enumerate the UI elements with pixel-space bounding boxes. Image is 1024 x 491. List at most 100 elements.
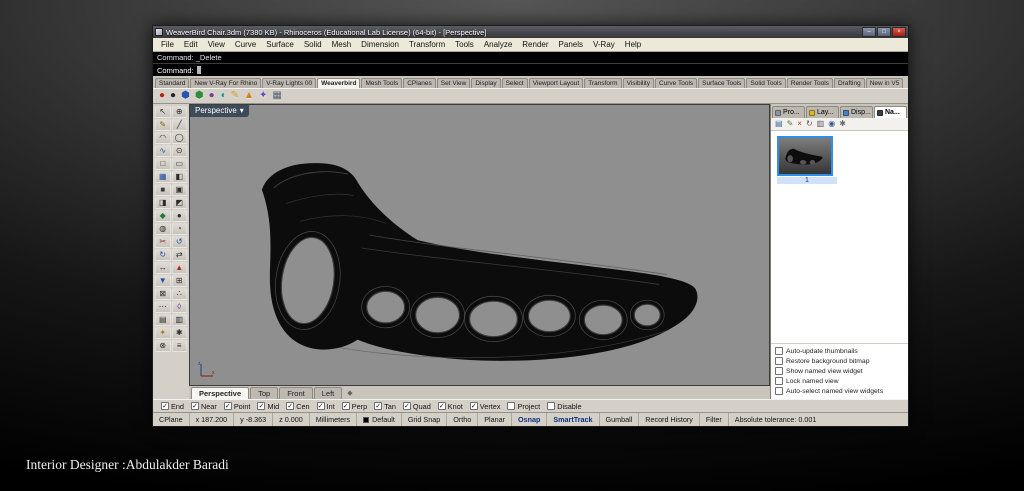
toolbar-tab-select[interactable]: Select	[502, 78, 528, 88]
status-millimeters[interactable]: Millimeters	[310, 413, 357, 426]
perspective-viewport[interactable]: Perspective ▾	[189, 104, 770, 386]
panel-tab-na[interactable]: Na...	[874, 106, 907, 118]
title-bar[interactable]: WeaverBird Chair.3dm (7380 KB) - Rhinoce…	[153, 26, 908, 38]
boolean-difference-icon[interactable]: ⊠	[155, 288, 171, 300]
menu-item-tools[interactable]: Tools	[450, 40, 479, 49]
panel-refresh-icon[interactable]: ↻	[806, 120, 813, 128]
checkbox-icon[interactable]	[775, 387, 783, 395]
toolbar-tab-mesh-tools[interactable]: Mesh Tools	[361, 78, 402, 88]
toolbar-tab-transform[interactable]: Transform	[584, 78, 621, 88]
wb-poly-blue-icon[interactable]: ⬢	[181, 91, 190, 101]
box-icon[interactable]: ▣	[172, 184, 188, 196]
status-gumball[interactable]: Gumball	[600, 413, 640, 426]
viewport-tab-left[interactable]: Left	[314, 387, 343, 399]
menu-item-help[interactable]: Help	[620, 40, 646, 49]
menu-item-panels[interactable]: Panels	[554, 40, 588, 49]
wb-star-violet-icon[interactable]: ✦	[259, 91, 267, 101]
checkbox-icon[interactable]	[775, 347, 783, 355]
status-filter[interactable]: Filter	[700, 413, 729, 426]
menu-item-curve[interactable]: Curve	[230, 40, 261, 49]
render-icon[interactable]: ✱	[172, 327, 188, 339]
checkbox-icon[interactable]: ✓	[286, 402, 294, 410]
toolbar-tab-curve-tools[interactable]: Curve Tools	[655, 78, 697, 88]
corner-surface-icon[interactable]: ◩	[172, 197, 188, 209]
wb-sphere-dark-icon[interactable]: ●	[170, 91, 176, 101]
swap-icon[interactable]: ⇄	[172, 249, 188, 261]
toolbar-tab-drafting[interactable]: Drafting	[834, 78, 865, 88]
rotate-left-icon[interactable]: ↺	[172, 236, 188, 248]
checkbox-icon[interactable]	[547, 402, 555, 410]
checkbox-icon[interactable]: ✓	[374, 402, 382, 410]
select-arrow-icon[interactable]: ↖	[155, 106, 171, 118]
viewport-tab-front[interactable]: Front	[279, 387, 313, 399]
array-icon[interactable]: ⊞	[172, 275, 188, 287]
circle-icon[interactable]: ◯	[172, 132, 188, 144]
checkbox-icon[interactable]: ✓	[224, 402, 232, 410]
menu-item-v-ray[interactable]: V-Ray	[588, 40, 620, 49]
named-view-thumbnail[interactable]	[777, 136, 833, 176]
osnap-target-icon[interactable]: ⊕	[172, 106, 188, 118]
plane-icon[interactable]: ▭	[172, 158, 188, 170]
toolbar-tab-weaverbird[interactable]: Weaverbird	[317, 78, 360, 88]
osnap-quad[interactable]: ✓Quad	[403, 402, 431, 411]
panel-edit-icon[interactable]: ✎	[787, 120, 794, 128]
toolbar-tab-cplanes[interactable]: CPlanes	[403, 78, 436, 88]
status-z-0-000[interactable]: z 0.000	[273, 413, 310, 426]
status-planar[interactable]: Planar	[478, 413, 512, 426]
toolbar-tab-new-v-ray-for-rhino[interactable]: New V-Ray For Rhino	[190, 78, 261, 88]
checkbox-icon[interactable]	[775, 377, 783, 385]
osnap-knot[interactable]: ✓Knot	[438, 402, 463, 411]
status-cplane[interactable]: CPlane	[153, 413, 190, 426]
layers-icon[interactable]: ≡	[172, 340, 188, 352]
checkbox-icon[interactable]	[775, 367, 783, 375]
panel-tab-pro[interactable]: Pro...	[772, 106, 805, 118]
osnap-disable[interactable]: Disable	[547, 402, 581, 411]
split-icon[interactable]: ✂	[155, 236, 171, 248]
panel-option-restore-background-bitmap[interactable]: Restore background bitmap	[775, 357, 904, 365]
toolbar-tab-v-ray-lights-00[interactable]: V-Ray Lights 00	[262, 78, 316, 88]
sheet-icon[interactable]: ▤	[155, 314, 171, 326]
checkbox-icon[interactable]: ✓	[438, 402, 446, 410]
toolbar-tab-set-view[interactable]: Set View	[437, 78, 471, 88]
toolbar-tab-render-tools[interactable]: Render Tools	[787, 78, 833, 88]
status-record-history[interactable]: Record History	[639, 413, 700, 426]
point-icon[interactable]: ⊙	[172, 145, 188, 157]
more-tools-icon[interactable]: ⋯	[155, 301, 171, 313]
checkbox-icon[interactable]	[507, 402, 515, 410]
boolean-icon[interactable]: ⊗	[155, 340, 171, 352]
menu-item-edit[interactable]: Edit	[179, 40, 203, 49]
checkbox-icon[interactable]: ✓	[161, 402, 169, 410]
checkbox-icon[interactable]: ✓	[317, 402, 325, 410]
status-x-187-200[interactable]: x 187.200	[190, 413, 235, 426]
osnap-point[interactable]: ✓Point	[224, 402, 251, 411]
line-icon[interactable]: ╱	[172, 119, 188, 131]
menu-item-transform[interactable]: Transform	[404, 40, 450, 49]
panel-list-view-icon[interactable]: ▥	[817, 120, 825, 128]
extrude-down-icon[interactable]: ▼	[155, 275, 171, 287]
panel-settings-icon[interactable]: ✱	[839, 120, 846, 128]
menu-item-render[interactable]: Render	[517, 40, 553, 49]
osnap-tan[interactable]: ✓Tan	[374, 402, 396, 411]
viewport-tab-perspective[interactable]: Perspective	[191, 387, 249, 399]
osnap-cen[interactable]: ✓Cen	[286, 402, 309, 411]
osnap-mid[interactable]: ✓Mid	[257, 402, 279, 411]
checkbox-icon[interactable]: ✓	[342, 402, 350, 410]
osnap-int[interactable]: ✓Int	[317, 402, 335, 411]
toolbar-tab-new-in-v5[interactable]: New in V5	[866, 78, 904, 88]
panel-eye-icon[interactable]: ◉	[828, 120, 835, 128]
checkbox-icon[interactable]: ✓	[257, 402, 265, 410]
viewport-title[interactable]: Perspective ▾	[190, 105, 249, 117]
wb-sphere-purple-icon[interactable]: ●	[209, 91, 215, 101]
panel-option-lock-named-view[interactable]: Lock named view	[775, 377, 904, 385]
toolbar-tab-display[interactable]: Display	[471, 78, 500, 88]
toolbar-tab-viewport-layout[interactable]: Viewport Layout	[529, 78, 584, 88]
status-absolute-tolerance-0-001[interactable]: Absolute tolerance: 0.001	[729, 413, 908, 426]
wb-cone-orange-icon[interactable]: ▲	[244, 91, 254, 101]
extrude-up-icon[interactable]: ▲	[172, 262, 188, 274]
menu-item-surface[interactable]: Surface	[261, 40, 299, 49]
osnap-perp[interactable]: ✓Perp	[342, 402, 367, 411]
partial-arc-icon[interactable]: ◔	[172, 223, 188, 235]
curve-icon[interactable]: ∿	[155, 145, 171, 157]
polygon-icon[interactable]: ◆	[155, 210, 171, 222]
panel-option-auto-select-named-view-widgets[interactable]: Auto-select named view widgets	[775, 387, 904, 395]
